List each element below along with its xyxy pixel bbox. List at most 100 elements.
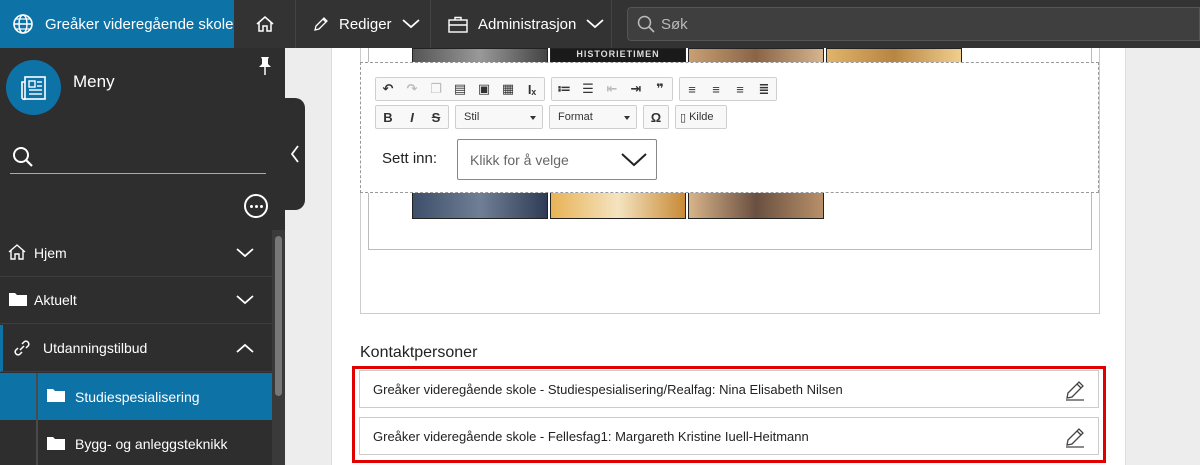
align-justify-button[interactable]: ≣ bbox=[752, 78, 776, 100]
paste-button[interactable]: ▤ bbox=[448, 78, 472, 100]
redo-icon: ↷ bbox=[406, 81, 418, 96]
numbered-list-icon: ≔ bbox=[557, 81, 571, 96]
italic-button[interactable]: I bbox=[400, 106, 424, 128]
menu-label: Meny bbox=[73, 72, 115, 91]
bullet-list-button[interactable]: ☰ bbox=[576, 78, 600, 100]
format-combo[interactable]: Format bbox=[549, 105, 637, 129]
gallery-photo[interactable] bbox=[826, 48, 962, 63]
chevron-down-icon bbox=[586, 19, 604, 29]
special-char-button[interactable]: Ω bbox=[644, 106, 668, 128]
align-right-icon: ≡ bbox=[736, 81, 744, 97]
photo-banner-text: HISTORIETIMEN bbox=[576, 49, 660, 59]
chevron-up-icon[interactable] bbox=[236, 343, 254, 353]
sidebar-item-label: Bygg- og anleggsteknikk bbox=[75, 436, 228, 452]
home-icon bbox=[8, 244, 26, 260]
align-justify-icon: ≣ bbox=[758, 81, 770, 96]
chevron-down-icon[interactable] bbox=[236, 295, 254, 305]
search-input[interactable]: Søk bbox=[627, 7, 1200, 41]
align-left-icon: ≡ bbox=[688, 81, 696, 97]
undo-icon: ↶ bbox=[382, 81, 394, 96]
omega-icon: Ω bbox=[650, 109, 662, 125]
indent-icon: ⇥ bbox=[630, 81, 642, 96]
chevron-down-icon[interactable] bbox=[236, 248, 254, 258]
paste-word-icon: ▦ bbox=[501, 81, 515, 96]
strikethrough-icon: S bbox=[431, 109, 441, 125]
source-button[interactable]: ▯ Kilde bbox=[675, 105, 727, 129]
style-combo[interactable]: Stil bbox=[455, 105, 543, 129]
insert-select[interactable]: Klikk for å velge bbox=[457, 139, 657, 180]
align-right-button[interactable]: ≡ bbox=[728, 78, 752, 100]
history-group: ↶ ↷ ❐ ▤ ▣ ▦ Iₓ bbox=[375, 77, 545, 101]
link-icon bbox=[14, 340, 30, 356]
source-icon: ▯ bbox=[680, 111, 687, 124]
pin-icon[interactable] bbox=[258, 56, 272, 76]
toolbar-row-2: B I S Stil Format Ω ▯ Kilde bbox=[375, 105, 727, 129]
caret-down-icon bbox=[624, 116, 630, 120]
sidebar-item-hjem[interactable]: Hjem bbox=[0, 230, 272, 277]
search-icon bbox=[13, 147, 33, 167]
globe-icon bbox=[13, 14, 33, 34]
dot-icon bbox=[249, 204, 253, 208]
contact-item[interactable]: Greåker videregående skole - Fellesfag1:… bbox=[359, 417, 1099, 455]
paste-text-button[interactable]: ▣ bbox=[472, 78, 496, 100]
toolbar-row-1: ↶ ↷ ❐ ▤ ▣ ▦ Iₓ ≔ ☰ ⇤ ⇥ ❞ ≡ ≡ ≡ ≣ bbox=[375, 77, 777, 101]
copy-button[interactable]: ❐ bbox=[424, 78, 448, 100]
align-group: ≡ ≡ ≡ ≣ bbox=[679, 77, 777, 101]
bold-button[interactable]: B bbox=[376, 106, 400, 128]
source-button-label: Kilde bbox=[689, 111, 714, 123]
align-center-button[interactable]: ≡ bbox=[704, 78, 728, 100]
remove-format-icon: Iₓ bbox=[527, 81, 537, 97]
sidebar-scrollbar[interactable] bbox=[272, 230, 285, 465]
redo-button[interactable]: ↷ bbox=[400, 78, 424, 100]
text-style-group: B I S bbox=[375, 105, 449, 129]
pencil-icon[interactable] bbox=[1064, 379, 1086, 401]
undo-button[interactable]: ↶ bbox=[376, 78, 400, 100]
special-char-group: Ω bbox=[643, 105, 669, 129]
home-icon bbox=[256, 16, 273, 32]
paste-word-button[interactable]: ▦ bbox=[496, 78, 520, 100]
outdent-button[interactable]: ⇤ bbox=[600, 78, 624, 100]
subtree-line bbox=[36, 373, 38, 465]
sidebar-item-label: Hjem bbox=[34, 245, 67, 261]
gallery-photo[interactable] bbox=[550, 192, 686, 219]
more-options-button[interactable] bbox=[244, 194, 268, 218]
bold-icon: B bbox=[383, 109, 393, 125]
sidebar-collapse-button[interactable] bbox=[285, 98, 305, 210]
gallery-photo[interactable] bbox=[688, 48, 824, 63]
insert-label: Sett inn: bbox=[382, 150, 438, 167]
outdent-icon: ⇤ bbox=[606, 81, 618, 96]
chevron-left-icon bbox=[290, 145, 299, 163]
paste-icon: ▤ bbox=[453, 81, 467, 96]
scrollbar-thumb[interactable] bbox=[275, 236, 282, 396]
sidebar-item-label: Studiespesialisering bbox=[75, 388, 200, 405]
sidebar-item-label: Aktuelt bbox=[34, 292, 77, 308]
sidebar-item-bygg-og-anleggsteknikk[interactable]: Bygg- og anleggsteknikk bbox=[0, 421, 272, 465]
gallery-photo[interactable]: HISTORIETIMEN bbox=[550, 48, 686, 63]
sidebar-item-studiespesialisering[interactable]: Studiespesialisering bbox=[0, 373, 272, 420]
blockquote-button[interactable]: ❞ bbox=[648, 78, 672, 100]
gallery-photo[interactable] bbox=[412, 48, 548, 63]
align-center-icon: ≡ bbox=[712, 81, 720, 97]
contact-item[interactable]: Greåker videregående skole - Studiespesi… bbox=[359, 370, 1099, 408]
gallery-photo[interactable] bbox=[412, 192, 548, 219]
sidebar-item-aktuelt[interactable]: Aktuelt bbox=[0, 277, 272, 324]
gallery-photo[interactable] bbox=[688, 192, 824, 219]
remove-format-button[interactable]: Iₓ bbox=[520, 78, 544, 100]
indent-button[interactable]: ⇥ bbox=[624, 78, 648, 100]
admin-menu-button[interactable]: Administrasjon bbox=[432, 0, 612, 48]
edit-menu-button[interactable]: Rediger bbox=[297, 0, 431, 48]
numbered-list-button[interactable]: ≔ bbox=[552, 78, 576, 100]
admin-menu-label: Administrasjon bbox=[478, 15, 577, 33]
home-button[interactable] bbox=[234, 0, 296, 48]
strike-button[interactable]: S bbox=[424, 106, 448, 128]
sidebar-search-input[interactable] bbox=[10, 144, 266, 174]
menu-avatar[interactable] bbox=[6, 60, 61, 115]
sidebar-item-utdanningstilbud[interactable]: Utdanningstilbud bbox=[0, 325, 272, 372]
site-brand[interactable]: Greåker videregående skole bbox=[0, 0, 234, 48]
briefcase-icon bbox=[448, 16, 468, 33]
contact-label: Greåker videregående skole - Studiespesi… bbox=[373, 381, 843, 397]
list-group: ≔ ☰ ⇤ ⇥ ❞ bbox=[551, 77, 673, 101]
quote-icon: ❞ bbox=[656, 81, 664, 96]
pencil-icon[interactable] bbox=[1064, 426, 1086, 448]
align-left-button[interactable]: ≡ bbox=[680, 78, 704, 100]
